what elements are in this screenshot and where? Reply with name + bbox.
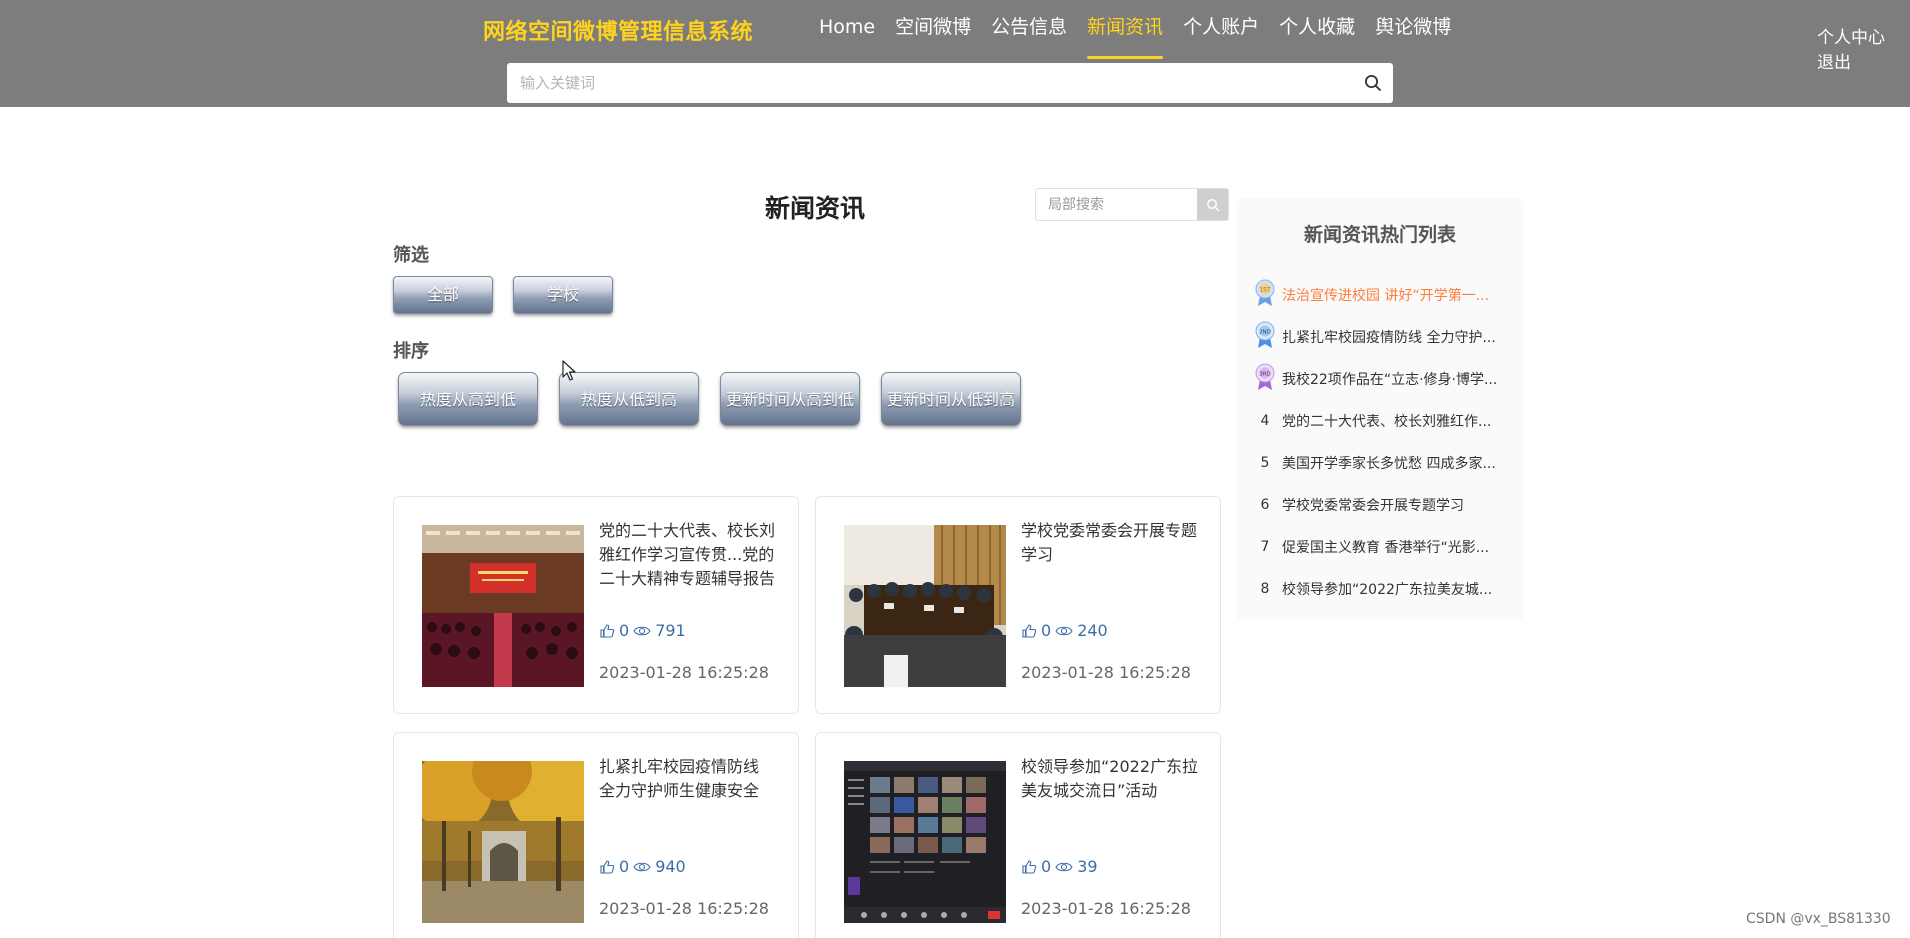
nav-announcements[interactable]: 公告信息	[981, 16, 1077, 58]
news-card[interactable]: 扎紧扎牢校园疫情防线 全力守护师生健康安全 0 940 2023-01-28 1…	[393, 732, 799, 938]
hot-item-title[interactable]: 促爱国主义教育 香港举行“光影...	[1282, 537, 1504, 557]
hot-news-sidebar: 新闻资讯热门列表 1ST 法治宣传进校园 讲好“开学第一... 2ND 扎紧扎牢…	[1236, 198, 1524, 620]
thumbs-up-icon[interactable]	[1021, 859, 1037, 875]
nav-opinion-weibo[interactable]: 舆论微博	[1365, 16, 1461, 58]
news-stats: 0 240	[1021, 621, 1108, 640]
svg-text:2ND: 2ND	[1259, 330, 1271, 336]
news-card[interactable]: 党的二十大代表、校长刘雅红作学习宣传贯...党的二十大精神专题辅导报告 0 79…	[393, 496, 799, 714]
sidebar-title: 新闻资讯热门列表	[1303, 224, 1456, 246]
news-date: 2023-01-28 16:25:28	[1021, 663, 1191, 682]
local-search	[1035, 188, 1229, 221]
eye-icon	[633, 862, 651, 871]
sort-label: 排序	[393, 341, 429, 362]
hot-list-item[interactable]: 3RD 我校22项作品在“立志·修身·博学...	[1254, 363, 1516, 395]
global-search-bar	[507, 63, 1393, 103]
global-search-input[interactable]	[507, 64, 1353, 102]
like-count: 0	[1041, 621, 1052, 640]
news-date: 2023-01-28 16:25:28	[599, 899, 769, 918]
user-center-link[interactable]: 个人中心	[1817, 28, 1885, 49]
hot-list-item[interactable]: 1ST 法治宣传进校园 讲好“开学第一...	[1254, 279, 1516, 311]
hot-list-item[interactable]: 7 促爱国主义教育 香港举行“光影...	[1254, 532, 1516, 562]
view-count: 791	[655, 621, 686, 640]
silver-medal-icon: 2ND	[1254, 321, 1276, 353]
hot-item-rank: 8	[1260, 581, 1270, 597]
hot-list-item[interactable]: 8 校领导参加“2022广东拉美友城...	[1254, 574, 1516, 604]
news-card[interactable]: 校领导参加“2022广东拉美友城交流日”活动 0 39 2023-01-28 1…	[815, 732, 1221, 938]
like-count: 0	[1041, 857, 1052, 876]
sort-time-desc-button[interactable]: 更新时间从高到低	[720, 372, 860, 426]
search-icon	[1206, 198, 1219, 211]
hot-list-item[interactable]: 6 学校党委常委会开展专题学习	[1254, 490, 1516, 520]
hot-item-title[interactable]: 党的二十大代表、校长刘雅红作...	[1282, 411, 1504, 431]
hot-item-title[interactable]: 美国开学季家长多忧愁 四成多家...	[1282, 453, 1504, 473]
news-stats: 0 39	[1021, 857, 1098, 876]
hot-list-item[interactable]: 5 美国开学季家长多忧愁 四成多家...	[1254, 448, 1516, 478]
hot-item-rank: 7	[1260, 539, 1270, 555]
eye-icon	[633, 626, 651, 635]
main-nav: Home 空间微博 公告信息 新闻资讯 个人账户 个人收藏 舆论微博	[809, 16, 1461, 59]
user-links: 个人中心 退出	[1817, 28, 1885, 74]
sort-time-asc-button[interactable]: 更新时间从低到高	[881, 372, 1021, 426]
news-thumbnail[interactable]	[844, 525, 1006, 687]
view-count: 940	[655, 857, 686, 876]
like-count: 0	[619, 857, 630, 876]
news-date: 2023-01-28 16:25:28	[599, 663, 769, 682]
svg-text:3RD: 3RD	[1259, 372, 1271, 378]
top-header: 网络空间微博管理信息系统 Home 空间微博 公告信息 新闻资讯 个人账户 个人…	[0, 0, 1910, 107]
like-count: 0	[619, 621, 630, 640]
hot-item-title[interactable]: 学校党委常委会开展专题学习	[1282, 495, 1504, 515]
news-stats: 0 791	[599, 621, 686, 640]
filter-all-button[interactable]: 全部	[393, 276, 493, 314]
view-count: 240	[1077, 621, 1108, 640]
news-title[interactable]: 学校党委常委会开展专题学习	[1021, 519, 1201, 567]
sort-hot-asc-button[interactable]: 热度从低到高	[559, 372, 699, 426]
gold-medal-icon: 1ST	[1254, 279, 1276, 311]
nav-space-weibo[interactable]: 空间微博	[885, 16, 981, 58]
local-search-input[interactable]	[1036, 189, 1197, 220]
hot-list-item[interactable]: 2ND 扎紧扎牢校园疫情防线 全力守护...	[1254, 321, 1516, 353]
news-thumbnail[interactable]	[422, 761, 584, 923]
news-card[interactable]: 学校党委常委会开展专题学习 0 240 2023-01-28 16:25:28	[815, 496, 1221, 714]
sort-hot-desc-button[interactable]: 热度从高到低	[398, 372, 538, 426]
mouse-cursor-icon	[562, 360, 576, 386]
bronze-medal-icon: 3RD	[1254, 363, 1276, 395]
hot-item-title[interactable]: 我校22项作品在“立志·修身·博学...	[1282, 369, 1504, 389]
hot-item-rank: 4	[1260, 413, 1270, 429]
view-count: 39	[1077, 857, 1098, 876]
news-title[interactable]: 校领导参加“2022广东拉美友城交流日”活动	[1021, 755, 1201, 803]
search-icon[interactable]	[1353, 64, 1393, 102]
hot-item-rank: 5	[1260, 455, 1270, 471]
hot-item-title[interactable]: 法治宣传进校园 讲好“开学第一...	[1282, 285, 1504, 305]
eye-icon	[1055, 626, 1073, 635]
filter-school-button[interactable]: 学校	[513, 276, 613, 314]
logout-link[interactable]: 退出	[1817, 53, 1885, 74]
nav-favorites[interactable]: 个人收藏	[1269, 16, 1365, 58]
thumbs-up-icon[interactable]	[599, 859, 615, 875]
hot-list-item[interactable]: 4 党的二十大代表、校长刘雅红作...	[1254, 406, 1516, 436]
filter-label: 筛选	[393, 245, 429, 266]
thumbs-up-icon[interactable]	[599, 623, 615, 639]
nav-home[interactable]: Home	[809, 16, 885, 58]
news-stats: 0 940	[599, 857, 686, 876]
watermark: CSDN @vx_BS81330	[1746, 911, 1891, 927]
svg-text:1ST: 1ST	[1259, 287, 1271, 294]
hot-item-title[interactable]: 校领导参加“2022广东拉美友城...	[1282, 579, 1504, 599]
news-thumbnail[interactable]	[422, 525, 584, 687]
nav-account[interactable]: 个人账户	[1173, 16, 1269, 58]
news-title[interactable]: 扎紧扎牢校园疫情防线 全力守护师生健康安全	[599, 755, 779, 803]
hot-item-rank: 6	[1260, 497, 1270, 513]
local-search-button[interactable]	[1197, 189, 1228, 220]
eye-icon	[1055, 862, 1073, 871]
hot-item-title[interactable]: 扎紧扎牢校园疫情防线 全力守护...	[1282, 327, 1504, 347]
news-date: 2023-01-28 16:25:28	[1021, 899, 1191, 918]
page-title: 新闻资讯	[765, 194, 866, 223]
nav-news[interactable]: 新闻资讯	[1077, 16, 1173, 59]
news-title[interactable]: 党的二十大代表、校长刘雅红作学习宣传贯...党的二十大精神专题辅导报告	[599, 519, 779, 591]
site-brand[interactable]: 网络空间微博管理信息系统	[483, 14, 753, 46]
news-thumbnail[interactable]	[844, 761, 1006, 923]
thumbs-up-icon[interactable]	[1021, 623, 1037, 639]
